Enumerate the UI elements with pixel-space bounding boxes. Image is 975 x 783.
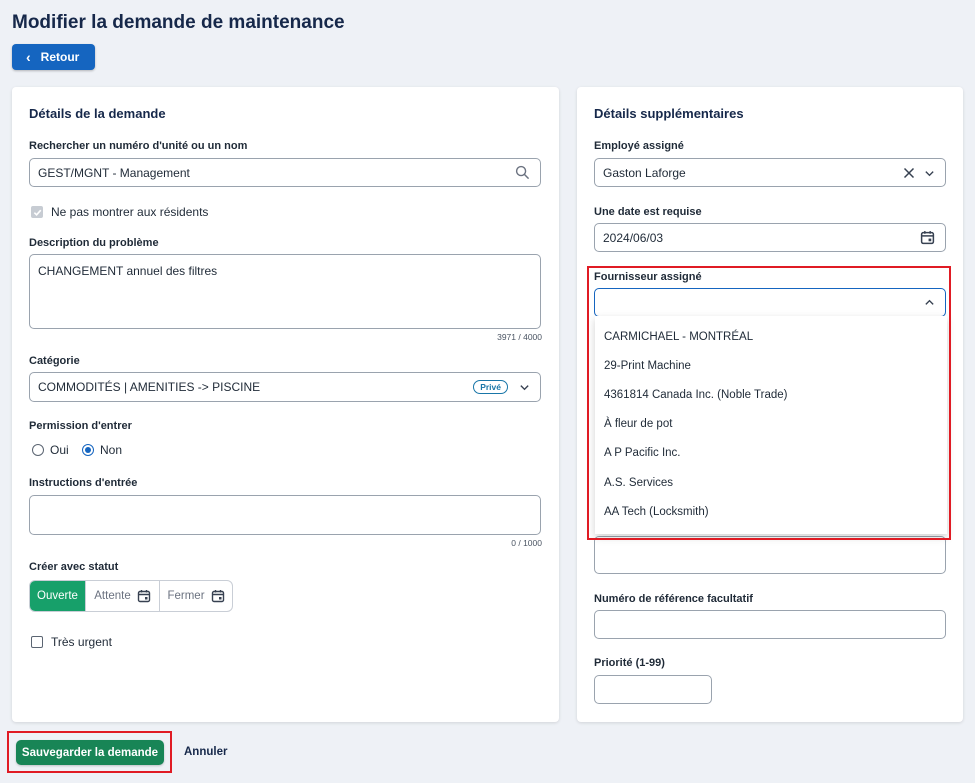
status-close-label: Fermer xyxy=(167,590,205,602)
category-select[interactable]: COMMODITÉS | AMENITIES -> PISCINE Privé xyxy=(29,372,541,402)
radio-non-circle[interactable] xyxy=(82,444,94,456)
hide-residents-label: Ne pas montrer aux résidents xyxy=(51,205,209,219)
status-label: Créer avec statut xyxy=(29,561,119,573)
calendar-icon xyxy=(211,589,225,603)
urgent-label: Très urgent xyxy=(51,635,112,649)
description-label: Description du problème xyxy=(29,237,159,249)
status-segmented-control: Ouverte Attente Fermer xyxy=(29,580,233,612)
clear-icon[interactable] xyxy=(903,167,915,179)
required-date-input[interactable]: 2024/06/03 xyxy=(594,223,946,252)
reference-number-label: Numéro de référence facultatif xyxy=(594,593,753,605)
chevron-left-icon: ‹ xyxy=(26,49,31,65)
dropdown-option[interactable]: AA Tech (Locksmith) xyxy=(595,497,947,526)
description-value: CHANGEMENT annuel des filtres xyxy=(38,264,218,278)
dropdown-option[interactable]: 29-Print Machine xyxy=(595,351,947,380)
chevron-down-icon[interactable] xyxy=(924,168,935,179)
priority-input[interactable] xyxy=(594,675,712,704)
category-value: COMMODITÉS | AMENITIES -> PISCINE xyxy=(38,380,261,394)
page-title: Modifier la demande de maintenance xyxy=(12,12,345,33)
status-open-option[interactable]: Ouverte xyxy=(30,581,86,611)
radio-oui-label: Oui xyxy=(50,443,69,457)
hidden-textarea[interactable] xyxy=(594,536,946,574)
search-icon[interactable] xyxy=(515,165,530,180)
chevron-down-icon[interactable] xyxy=(519,382,530,393)
dropdown-option[interactable]: A.S. Services xyxy=(595,468,947,497)
status-open-label: Ouverte xyxy=(37,590,78,602)
back-button[interactable]: ‹ Retour xyxy=(12,44,95,70)
request-details-card: Détails de la demande Rechercher un numé… xyxy=(12,87,559,722)
entry-instructions-label: Instructions d'entrée xyxy=(29,477,138,489)
status-close-option[interactable]: Fermer xyxy=(160,581,232,611)
category-label: Catégorie xyxy=(29,355,80,367)
assigned-supplier-select[interactable] xyxy=(594,288,946,317)
urgent-row[interactable]: Très urgent xyxy=(31,635,112,649)
required-date-value: 2024/06/03 xyxy=(603,230,664,245)
back-button-label: Retour xyxy=(40,50,80,64)
radio-non[interactable]: Non xyxy=(82,443,122,457)
priority-label: Priorité (1-99) xyxy=(594,657,665,669)
calendar-icon xyxy=(137,589,151,603)
description-counter: 3971 / 4000 xyxy=(497,332,542,342)
request-details-title: Détails de la demande xyxy=(29,106,166,121)
unit-search-value: GEST/MGNT - Management xyxy=(38,165,190,180)
save-request-button[interactable]: Sauvegarder la demande xyxy=(16,740,164,765)
radio-oui-circle[interactable] xyxy=(32,444,44,456)
hide-residents-checkbox[interactable] xyxy=(31,206,43,218)
entry-instructions-counter: 0 / 1000 xyxy=(511,538,542,548)
unit-search-label: Rechercher un numéro d'unité ou un nom xyxy=(29,140,248,152)
assigned-employee-label: Employé assigné xyxy=(594,140,684,152)
required-date-label: Une date est requise xyxy=(594,206,702,218)
additional-details-title: Détails supplémentaires xyxy=(594,106,744,121)
reference-number-input[interactable] xyxy=(594,610,946,639)
dropdown-option[interactable]: À fleur de pot xyxy=(595,410,947,439)
entry-instructions-textarea[interactable] xyxy=(29,495,541,535)
assigned-employee-value: Gaston Laforge xyxy=(603,165,686,180)
chevron-up-icon[interactable] xyxy=(924,297,935,308)
status-pending-label: Attente xyxy=(94,590,131,602)
dropdown-option[interactable]: CARMICHAEL - MONTRÉAL xyxy=(595,322,947,351)
status-pending-option[interactable]: Attente xyxy=(86,581,160,611)
radio-oui[interactable]: Oui xyxy=(32,443,69,457)
entry-permission-label: Permission d'entrer xyxy=(29,420,132,432)
private-badge: Privé xyxy=(473,380,508,394)
urgent-checkbox[interactable] xyxy=(31,636,43,648)
dropdown-option[interactable]: A P Pacific Inc. xyxy=(595,439,947,468)
calendar-icon[interactable] xyxy=(920,230,935,245)
assigned-supplier-label: Fournisseur assigné xyxy=(594,271,702,283)
description-textarea[interactable]: CHANGEMENT annuel des filtres xyxy=(29,254,541,329)
cancel-link[interactable]: Annuler xyxy=(184,746,227,758)
hide-residents-row[interactable]: Ne pas montrer aux résidents xyxy=(31,205,208,219)
dropdown-option[interactable]: 4361814 Canada Inc. (Noble Trade) xyxy=(595,380,947,409)
assigned-employee-select[interactable]: Gaston Laforge xyxy=(594,158,946,187)
unit-search-input[interactable]: GEST/MGNT - Management xyxy=(29,158,541,187)
radio-non-label: Non xyxy=(100,443,123,457)
supplier-dropdown-list: CARMICHAEL - MONTRÉAL 29-Print Machine 4… xyxy=(595,316,947,534)
